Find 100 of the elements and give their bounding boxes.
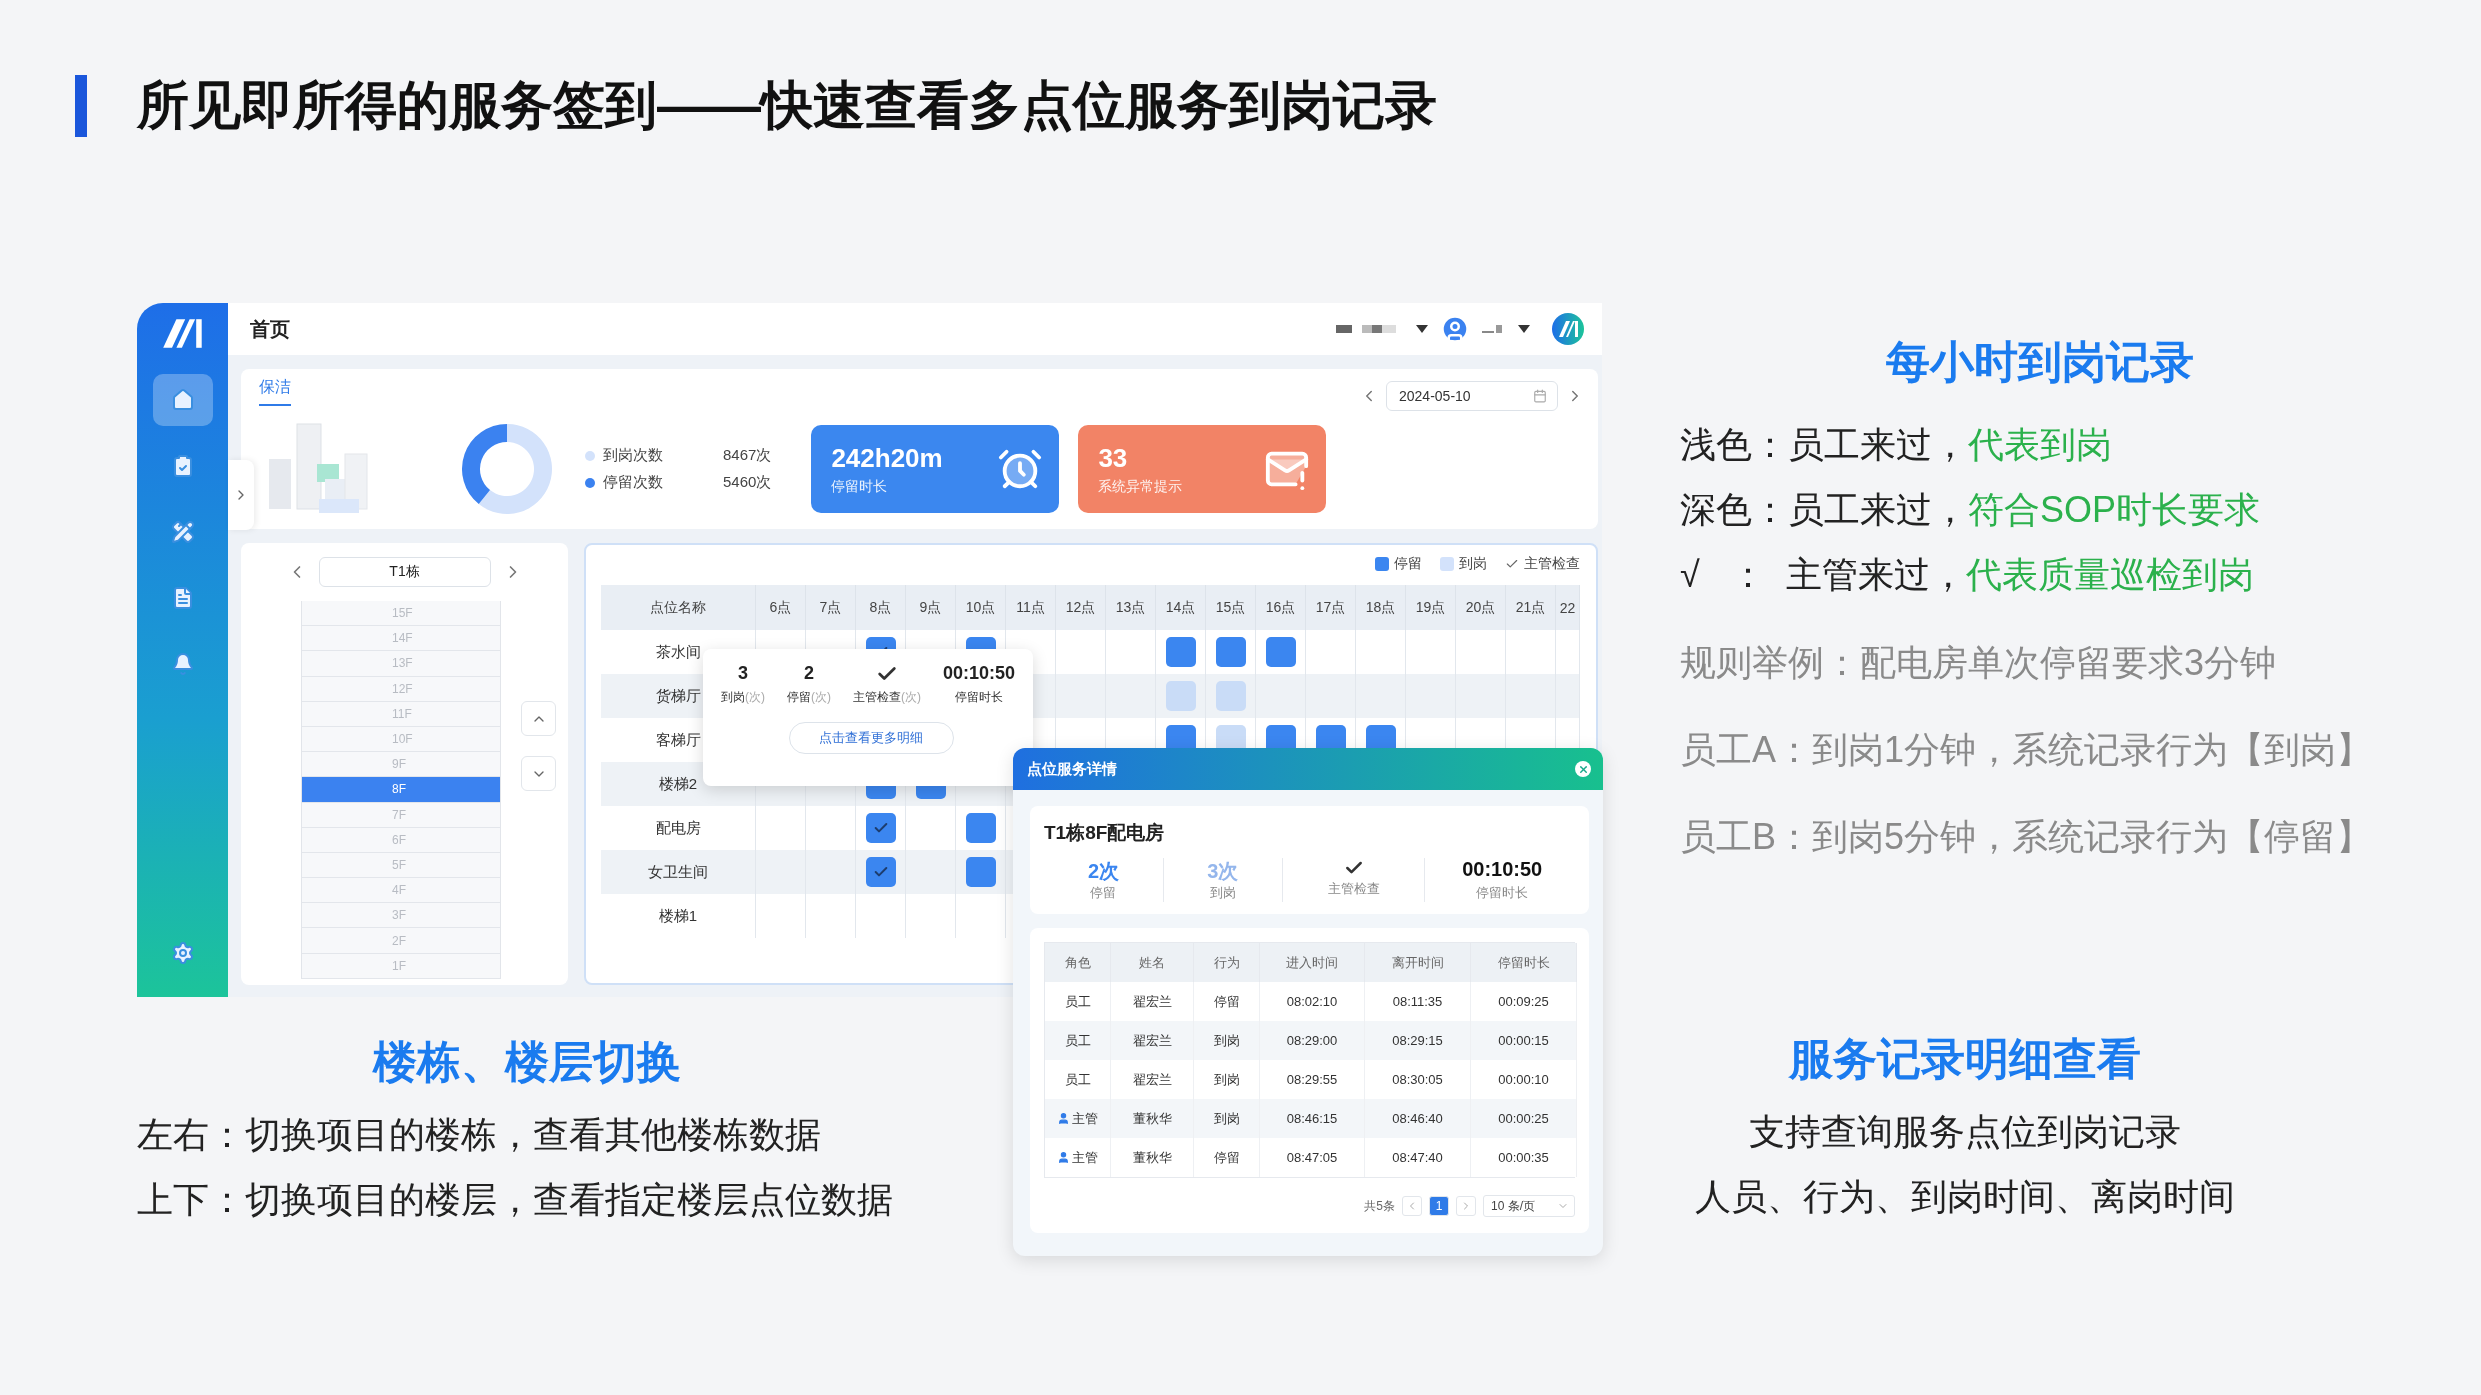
table-cell: 08:46:40 [1365,1099,1471,1138]
example-text: 员工B：到岗5分钟，系统记录行为【停留】 [1680,815,2374,859]
section-heading: 每小时到岗记录 [1885,336,2195,388]
floor-slab[interactable]: 14F [302,626,500,652]
stat-value: 2次 [1087,859,1119,882]
table-cell: 08:29:00 [1260,1021,1365,1060]
column-header: 17点 [1306,585,1356,630]
table-cell: 员工 [1045,1021,1111,1060]
caret-icon[interactable] [1416,325,1428,333]
note-text: √ ： 主管来过， [1680,553,1966,597]
legend-swatch [1440,557,1454,571]
column-header: 姓名 [1111,943,1194,982]
person-icon [1057,1112,1070,1125]
column-header: 14点 [1156,585,1206,630]
table-cell: 00:00:25 [1471,1099,1577,1138]
stat-label: 停留 [1090,884,1117,902]
avatar-icon[interactable] [1440,314,1470,344]
column-header: 11点 [1006,585,1056,630]
column-header: 进入时间 [1260,943,1365,982]
column-header: 16点 [1256,585,1306,630]
example-text: 规则举例：配电房单次停留要求3分钟 [1680,641,2278,685]
example-text: 员工A：到岗1分钟，系统记录行为【到岗】 [1680,728,2374,772]
column-header: 离开时间 [1365,943,1471,982]
title-accent-bar [75,75,87,137]
column-header: 停留时长 [1471,943,1577,982]
sidebar-item[interactable] [152,374,213,426]
note-text: 深色：员工来过， [1680,488,1968,532]
close-button[interactable] [1575,761,1591,777]
calendar-icon [1533,389,1547,403]
caret-icon[interactable] [1518,325,1530,333]
floor-slab[interactable]: 6F [302,827,500,853]
table-cell: 08:29:15 [1365,1021,1471,1060]
column-header: 12点 [1056,585,1106,630]
floor-slab[interactable]: 10F [302,726,500,753]
page-title: 首页 [250,316,290,342]
stat-value: 3次 [1207,859,1239,882]
stat-value: 33 [1098,442,1129,474]
legend-label: 主管检查 [1524,555,1580,573]
table-cell: 女卫生间 [601,850,756,894]
tab[interactable]: 保洁 [259,377,291,406]
date-field[interactable]: 2024-05-10 [1386,381,1558,411]
legend-label: 到岗次数 [603,446,664,465]
table-cell: 董秋华 [1111,1099,1194,1138]
note-text: 人员、行为、到岗时间、离岗时间 [1694,1175,2236,1219]
home-icon [170,388,195,412]
stat-label: 系统异常提示 [1098,477,1183,496]
stat-label: 主管检查(次) [853,689,921,706]
legend-value: 5460次 [723,473,772,492]
settings-icon [170,941,195,965]
floor-slab[interactable]: 7F [302,802,500,828]
floor-slab[interactable]: 12F [302,676,500,702]
floor-slab[interactable]: 2F [302,928,500,954]
table-cell: 主管 [1045,1099,1111,1138]
section-heading: 服务记录明细查看 [1787,1033,2142,1085]
stay-mark[interactable] [865,813,896,843]
table-cell: 到岗 [1194,1021,1260,1060]
logo-icon [1552,313,1584,345]
floor-slab[interactable]: 4F [302,878,500,904]
column-header: 18点 [1356,585,1406,630]
floor-slab[interactable]: 11F [302,701,500,727]
more-details-button[interactable]: 点击查看更多明细 [788,722,954,754]
floor-slab[interactable]: 8F [302,777,500,803]
column-header: 10点 [956,585,1006,630]
table-cell: 翟宏兰 [1111,1021,1194,1060]
stat-label: 到岗 [1209,884,1236,902]
check-icon [1505,557,1519,571]
bell-icon [170,652,195,676]
column-header: 7点 [806,585,856,630]
legend-label: 到岗 [1459,555,1487,573]
floor-down-button[interactable] [521,756,556,791]
pencil-ruler-icon [170,520,195,544]
column-header: 行为 [1194,943,1260,982]
floor-slab[interactable]: 5F [302,852,500,879]
stat-label: 停留时长 [1476,884,1529,902]
stat-label: 停留时长 [955,689,1004,706]
floor-slab[interactable]: 3F [302,903,500,929]
column-header: 8点 [856,585,906,630]
floor-slab[interactable]: 9F [302,752,500,778]
stat-label: 主管检查 [1327,880,1380,898]
legend-swatch [1375,557,1389,571]
page-size-select[interactable]: 10 条/页 [1483,1195,1575,1217]
column-header: 19点 [1406,585,1456,630]
highlight-text: 代表到岗 [1968,423,2112,467]
logo-icon [160,317,205,350]
page-button[interactable]: 1 [1429,1196,1449,1216]
column-header: 点位名称 [601,585,756,630]
table-cell: 00:00:15 [1471,1021,1577,1060]
column-header: 9点 [906,585,956,630]
column-header: 6点 [756,585,806,630]
floor-slab[interactable]: 1F [302,953,500,979]
building-field[interactable]: T1栋 [318,557,491,587]
column-header: 13点 [1106,585,1156,630]
floor-slab[interactable]: 15F [302,601,500,627]
highlight-text: 代表质量巡检到岗 [1965,553,2254,597]
note-text: 上下：切换项目的楼层，查看指定楼层点位数据 [137,1178,894,1222]
floor-slab[interactable]: 13F [302,651,500,677]
column-header: 21点 [1506,585,1556,630]
dialog-title: 点位服务详情 [1027,759,1117,779]
stay-mark[interactable] [865,857,896,887]
table-cell: 到岗 [1194,1099,1260,1138]
